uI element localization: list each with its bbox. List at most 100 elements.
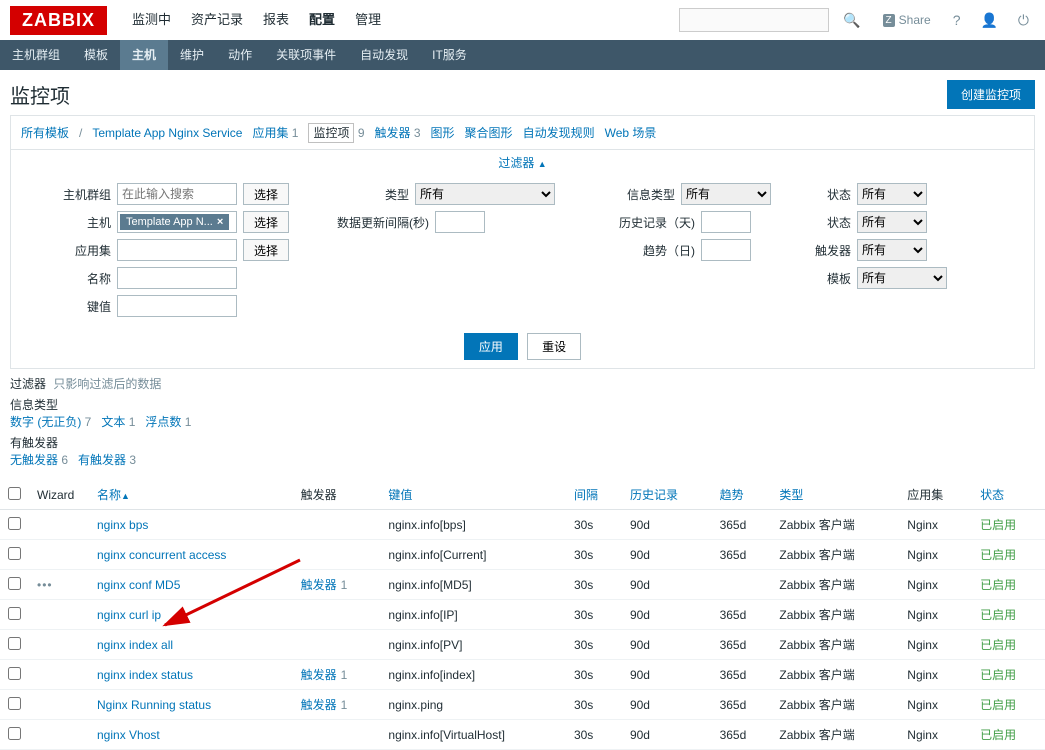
col-trends[interactable]: 趋势: [720, 488, 744, 502]
sub-nav-item[interactable]: 模板: [72, 40, 120, 70]
subfilter-item[interactable]: 无触发器: [10, 453, 58, 467]
name-label: 名称: [21, 270, 111, 287]
crumb-tab[interactable]: 自动发现规则: [523, 126, 595, 140]
top-nav-item[interactable]: 配置: [299, 0, 345, 40]
row-checkbox[interactable]: [8, 547, 21, 560]
crumb-tab[interactable]: 监控项: [308, 123, 354, 143]
item-name-link[interactable]: nginx conf MD5: [97, 578, 180, 592]
history-input[interactable]: [701, 211, 751, 233]
power-icon[interactable]: ⏻: [1012, 12, 1035, 29]
status-toggle[interactable]: 已启用: [980, 638, 1016, 652]
interval-input[interactable]: [435, 211, 485, 233]
trends-input[interactable]: [701, 239, 751, 261]
crumb-all-templates[interactable]: 所有模板: [21, 124, 69, 141]
share-link[interactable]: ZShare: [875, 13, 939, 27]
col-status[interactable]: 状态: [980, 488, 1004, 502]
crumb-tab[interactable]: 应用集: [252, 126, 288, 140]
item-name-link[interactable]: nginx Vhost: [97, 728, 160, 742]
sub-nav-item[interactable]: 主机: [120, 40, 168, 70]
appset-label: 应用集: [21, 242, 111, 259]
host-input[interactable]: Template App N...×: [117, 211, 237, 233]
table-row: nginx Vhostnginx.info[VirtualHost]30s90d…: [0, 720, 1045, 750]
row-checkbox[interactable]: [8, 667, 21, 680]
triggers-select[interactable]: 所有: [857, 239, 927, 261]
row-checkbox[interactable]: [8, 607, 21, 620]
col-interval[interactable]: 间隔: [574, 488, 598, 502]
item-triggers-link[interactable]: 触发器: [301, 668, 337, 682]
item-name-link[interactable]: nginx index status: [97, 668, 193, 682]
status-toggle[interactable]: 已启用: [980, 548, 1016, 562]
col-wizard: Wizard: [29, 480, 89, 510]
col-key[interactable]: 键值: [388, 488, 412, 502]
status-toggle[interactable]: 已启用: [980, 518, 1016, 532]
key-input[interactable]: [117, 295, 237, 317]
row-checkbox[interactable]: [8, 697, 21, 710]
help-icon[interactable]: ?: [947, 12, 967, 28]
sub-nav-item[interactable]: 主机群组: [0, 40, 72, 70]
type-select[interactable]: 所有: [415, 183, 555, 205]
row-checkbox[interactable]: [8, 727, 21, 740]
status-select[interactable]: 所有: [857, 211, 927, 233]
appset-input[interactable]: [117, 239, 237, 261]
create-item-button[interactable]: 创建监控项: [947, 80, 1035, 109]
infotype-select[interactable]: 所有: [681, 183, 771, 205]
crumb-tab[interactable]: Web 场景: [605, 126, 657, 140]
row-checkbox[interactable]: [8, 637, 21, 650]
wizard-icon[interactable]: •••: [37, 578, 53, 592]
item-triggers-link[interactable]: 触发器: [301, 578, 337, 592]
template-select[interactable]: 所有: [857, 267, 947, 289]
crumb-template[interactable]: Template App Nginx Service: [92, 126, 242, 140]
host-select-button[interactable]: 选择: [243, 211, 289, 233]
subfilter-item[interactable]: 浮点数: [145, 415, 181, 429]
breadcrumb: 所有模板/Template App Nginx Service应用集 1监控项 …: [11, 116, 1034, 150]
search-icon[interactable]: 🔍: [837, 12, 866, 29]
search-input[interactable]: [679, 8, 829, 32]
reset-button[interactable]: 重设: [527, 333, 581, 360]
status-toggle[interactable]: 已启用: [980, 608, 1016, 622]
crumb-tab[interactable]: 图形: [431, 126, 455, 140]
col-name-sort[interactable]: 名称▲: [97, 488, 130, 502]
subfilter-item[interactable]: 数字 (无正负): [10, 415, 81, 429]
status-toggle[interactable]: 已启用: [980, 728, 1016, 742]
status-toggle[interactable]: 已启用: [980, 668, 1016, 682]
sub-nav-item[interactable]: 维护: [168, 40, 216, 70]
row-checkbox[interactable]: [8, 577, 21, 590]
top-nav-item[interactable]: 监测中: [122, 0, 181, 40]
crumb-tab[interactable]: 触发器: [375, 126, 411, 140]
status-toggle[interactable]: 已启用: [980, 578, 1016, 592]
item-name-link[interactable]: nginx curl ip: [97, 608, 161, 622]
sub-nav-item[interactable]: 自动发现: [348, 40, 420, 70]
subfilter-hint: 只影响过滤后的数据: [53, 377, 161, 391]
apply-button[interactable]: 应用: [464, 333, 518, 360]
host-tag-remove-icon[interactable]: ×: [217, 216, 223, 228]
select-all-checkbox[interactable]: [8, 487, 21, 500]
top-nav-item[interactable]: 报表: [253, 0, 299, 40]
row-checkbox[interactable]: [8, 517, 21, 530]
host-tag[interactable]: Template App N...×: [120, 214, 229, 230]
hostgroup-select-button[interactable]: 选择: [243, 183, 289, 205]
item-name-link[interactable]: Nginx Running status: [97, 698, 211, 712]
logo: ZABBIX: [10, 6, 107, 35]
top-nav-item[interactable]: 管理: [345, 0, 391, 40]
state-select[interactable]: 所有: [857, 183, 927, 205]
item-name-link[interactable]: nginx concurrent access: [97, 548, 226, 562]
appset-select-button[interactable]: 选择: [243, 239, 289, 261]
top-nav: 监测中资产记录报表配置管理: [122, 0, 391, 40]
sub-nav-item[interactable]: 关联项事件: [264, 40, 348, 70]
crumb-tab[interactable]: 聚合图形: [465, 126, 513, 140]
name-input[interactable]: [117, 267, 237, 289]
item-triggers-link[interactable]: 触发器: [301, 698, 337, 712]
user-icon[interactable]: 👤: [974, 12, 1003, 29]
top-nav-item[interactable]: 资产记录: [181, 0, 253, 40]
col-history[interactable]: 历史记录: [630, 488, 678, 502]
sub-nav-item[interactable]: 动作: [216, 40, 264, 70]
hostgroup-input[interactable]: [117, 183, 237, 205]
subfilter-item[interactable]: 文本: [101, 415, 125, 429]
col-type[interactable]: 类型: [779, 488, 803, 502]
sub-nav-item[interactable]: IT服务: [420, 40, 479, 70]
status-toggle[interactable]: 已启用: [980, 698, 1016, 712]
item-name-link[interactable]: nginx bps: [97, 518, 148, 532]
filter-toggle[interactable]: 过滤器 ▲: [498, 156, 546, 170]
subfilter-item[interactable]: 有触发器: [78, 453, 126, 467]
item-name-link[interactable]: nginx index all: [97, 638, 173, 652]
